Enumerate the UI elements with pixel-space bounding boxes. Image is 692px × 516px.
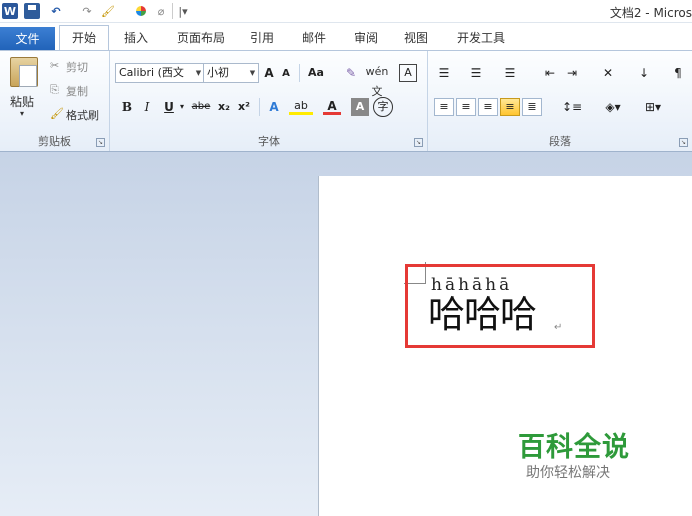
format-painter-qat-icon[interactable]: 🖌 bbox=[98, 3, 118, 19]
tab-insert[interactable]: 插入 bbox=[118, 26, 154, 51]
paragraph-group-label: 段落 bbox=[549, 135, 571, 148]
sort-button[interactable]: ↓ bbox=[634, 63, 654, 83]
italic-button[interactable]: I bbox=[139, 97, 155, 117]
strikethrough-button[interactable]: abe bbox=[189, 97, 213, 117]
quick-access-toolbar: W ↶ ↷ 🖌 ⌀ |▾ 文档2 - Micros bbox=[0, 0, 692, 23]
tab-references[interactable]: 引用 bbox=[244, 26, 280, 51]
tab-home[interactable]: 开始 bbox=[59, 25, 109, 51]
format-painter-button[interactable]: 格式刷 bbox=[66, 107, 99, 123]
window-title: 文档2 - Micros bbox=[609, 6, 692, 20]
clipboard-group-label: 剪贴板 bbox=[38, 135, 71, 148]
change-case-button[interactable]: Aa bbox=[303, 63, 329, 83]
font-size-combo[interactable]: 小初 ▼ bbox=[203, 63, 259, 83]
tab-view[interactable]: 视图 bbox=[398, 26, 434, 51]
borders-button[interactable]: ⊞▾ bbox=[638, 97, 668, 117]
multilevel-list-button[interactable]: ☰ bbox=[498, 63, 522, 83]
font-size-dropdown-icon[interactable]: ▼ bbox=[247, 64, 258, 82]
text-effects-button[interactable]: A bbox=[263, 97, 285, 117]
highlight-button[interactable]: ab bbox=[289, 97, 313, 115]
phonetic-guide-button[interactable]: wén 文 bbox=[361, 62, 393, 98]
enclose-characters-button[interactable]: 字 bbox=[373, 97, 393, 117]
align-left-button[interactable]: ≡ bbox=[434, 98, 454, 116]
word-app-icon[interactable]: W bbox=[2, 3, 18, 19]
subscript-button[interactable]: x₂ bbox=[215, 97, 233, 117]
paste-button[interactable]: 粘贴 bbox=[10, 93, 34, 110]
eraser-icon[interactable]: ⌀ bbox=[154, 3, 168, 19]
annotation-highlight-box: hāhāhā 哈哈哈 ↵ bbox=[405, 264, 595, 348]
cut-icon: ✂ bbox=[50, 59, 60, 72]
tab-developer[interactable]: 开发工具 bbox=[450, 26, 512, 51]
clipboard-launcher[interactable]: ↘ bbox=[96, 138, 105, 147]
line-spacing-button[interactable]: ↕≡ bbox=[558, 97, 586, 117]
cut-button[interactable]: 剪切 bbox=[66, 59, 88, 75]
ribbon: 粘贴 ▾ ✂ 剪切 ⎘ 复制 🖌 格式刷 剪贴板 ↘ Calibri (西文 ▼ … bbox=[0, 50, 692, 152]
save-icon[interactable] bbox=[24, 3, 40, 19]
shrink-font-button[interactable]: A bbox=[279, 64, 293, 84]
grow-font-button[interactable]: A bbox=[261, 63, 277, 83]
ribbon-tabs: 文件 开始 插入 页面布局 引用 邮件 审阅 视图 开发工具 bbox=[0, 23, 692, 51]
qat-divider bbox=[172, 3, 173, 19]
clipboard-group: 粘贴 ▾ ✂ 剪切 ⎘ 复制 🖌 格式刷 剪贴板 ↘ bbox=[0, 51, 110, 151]
justify-button[interactable]: ≡ bbox=[500, 98, 520, 116]
watermark-brand: 百科全说 bbox=[518, 432, 630, 463]
superscript-button[interactable]: x² bbox=[235, 97, 253, 117]
font-name-value: Calibri (西文 bbox=[119, 66, 184, 79]
character-shading-button[interactable]: A bbox=[351, 98, 369, 116]
document-page[interactable]: hāhāhā 哈哈哈 ↵ 百科全说 助你轻松解决 bbox=[318, 176, 692, 516]
font-size-value: 小初 bbox=[207, 66, 229, 79]
redo-icon[interactable]: ↷ bbox=[80, 3, 94, 19]
pinyin-guide-text[interactable]: hāhāhā bbox=[431, 275, 512, 295]
tab-file[interactable]: 文件 bbox=[0, 27, 55, 51]
copy-icon: ⎘ bbox=[50, 83, 59, 96]
tab-review[interactable]: 审阅 bbox=[348, 26, 384, 51]
align-center-button[interactable]: ≡ bbox=[456, 98, 476, 116]
font-color-button[interactable]: A bbox=[323, 97, 341, 115]
font-group: Calibri (西文 ▼ 小初 ▼ A A Aa ✎ wén 文 A B I U … bbox=[111, 51, 428, 151]
paste-dropdown-icon[interactable]: ▾ bbox=[20, 109, 24, 118]
clear-format-button[interactable]: ✎ bbox=[341, 63, 361, 83]
font-divider-2 bbox=[259, 98, 260, 116]
show-marks-button[interactable]: ¶ bbox=[668, 63, 688, 83]
bullets-button[interactable]: ☰ bbox=[434, 63, 454, 83]
numbering-button[interactable]: ☰ bbox=[466, 63, 486, 83]
tab-page-layout[interactable]: 页面布局 bbox=[170, 26, 232, 51]
underline-button[interactable]: U bbox=[161, 97, 177, 117]
font-launcher[interactable]: ↘ bbox=[414, 138, 423, 147]
paragraph-mark: ↵ bbox=[554, 322, 563, 333]
font-group-label: 字体 bbox=[258, 135, 280, 148]
increase-indent-button[interactable]: ⇥ bbox=[562, 63, 582, 83]
color-ball-icon[interactable] bbox=[134, 3, 148, 19]
copy-button[interactable]: 复制 bbox=[66, 83, 88, 99]
align-right-button[interactable]: ≡ bbox=[478, 98, 498, 116]
font-name-combo[interactable]: Calibri (西文 ▼ bbox=[115, 63, 205, 83]
document-area: hāhāhā 哈哈哈 ↵ 百科全说 助你轻松解决 bbox=[0, 152, 692, 516]
customize-qat-icon[interactable]: |▾ bbox=[178, 3, 188, 19]
decrease-indent-button[interactable]: ⇤ bbox=[540, 63, 560, 83]
underline-dropdown-icon[interactable]: ▾ bbox=[177, 97, 187, 117]
tab-mailings[interactable]: 邮件 bbox=[296, 26, 332, 51]
character-border-button[interactable]: A bbox=[399, 64, 417, 82]
document-text[interactable]: 哈哈哈 bbox=[428, 293, 537, 337]
watermark-subtitle: 助你轻松解决 bbox=[526, 465, 610, 481]
distributed-button[interactable]: ≣ bbox=[522, 98, 542, 116]
undo-icon[interactable]: ↶ bbox=[46, 3, 66, 19]
chinese-layout-button[interactable]: ✕ bbox=[596, 63, 620, 83]
paragraph-launcher[interactable]: ↘ bbox=[679, 138, 688, 147]
format-painter-icon: 🖌 bbox=[50, 107, 64, 120]
font-divider bbox=[299, 64, 300, 82]
paragraph-group: ☰ ☰ ☰ ⇤ ⇥ ✕ ↓ ¶ ≡ ≡ ≡ ≡ ≣ ↕≡ ◈▾ ⊞▾ 段落 ↘ bbox=[428, 51, 692, 151]
paragraph-shading-button[interactable]: ◈▾ bbox=[598, 97, 628, 117]
bold-button[interactable]: B bbox=[119, 97, 135, 117]
paste-icon[interactable] bbox=[10, 57, 38, 87]
